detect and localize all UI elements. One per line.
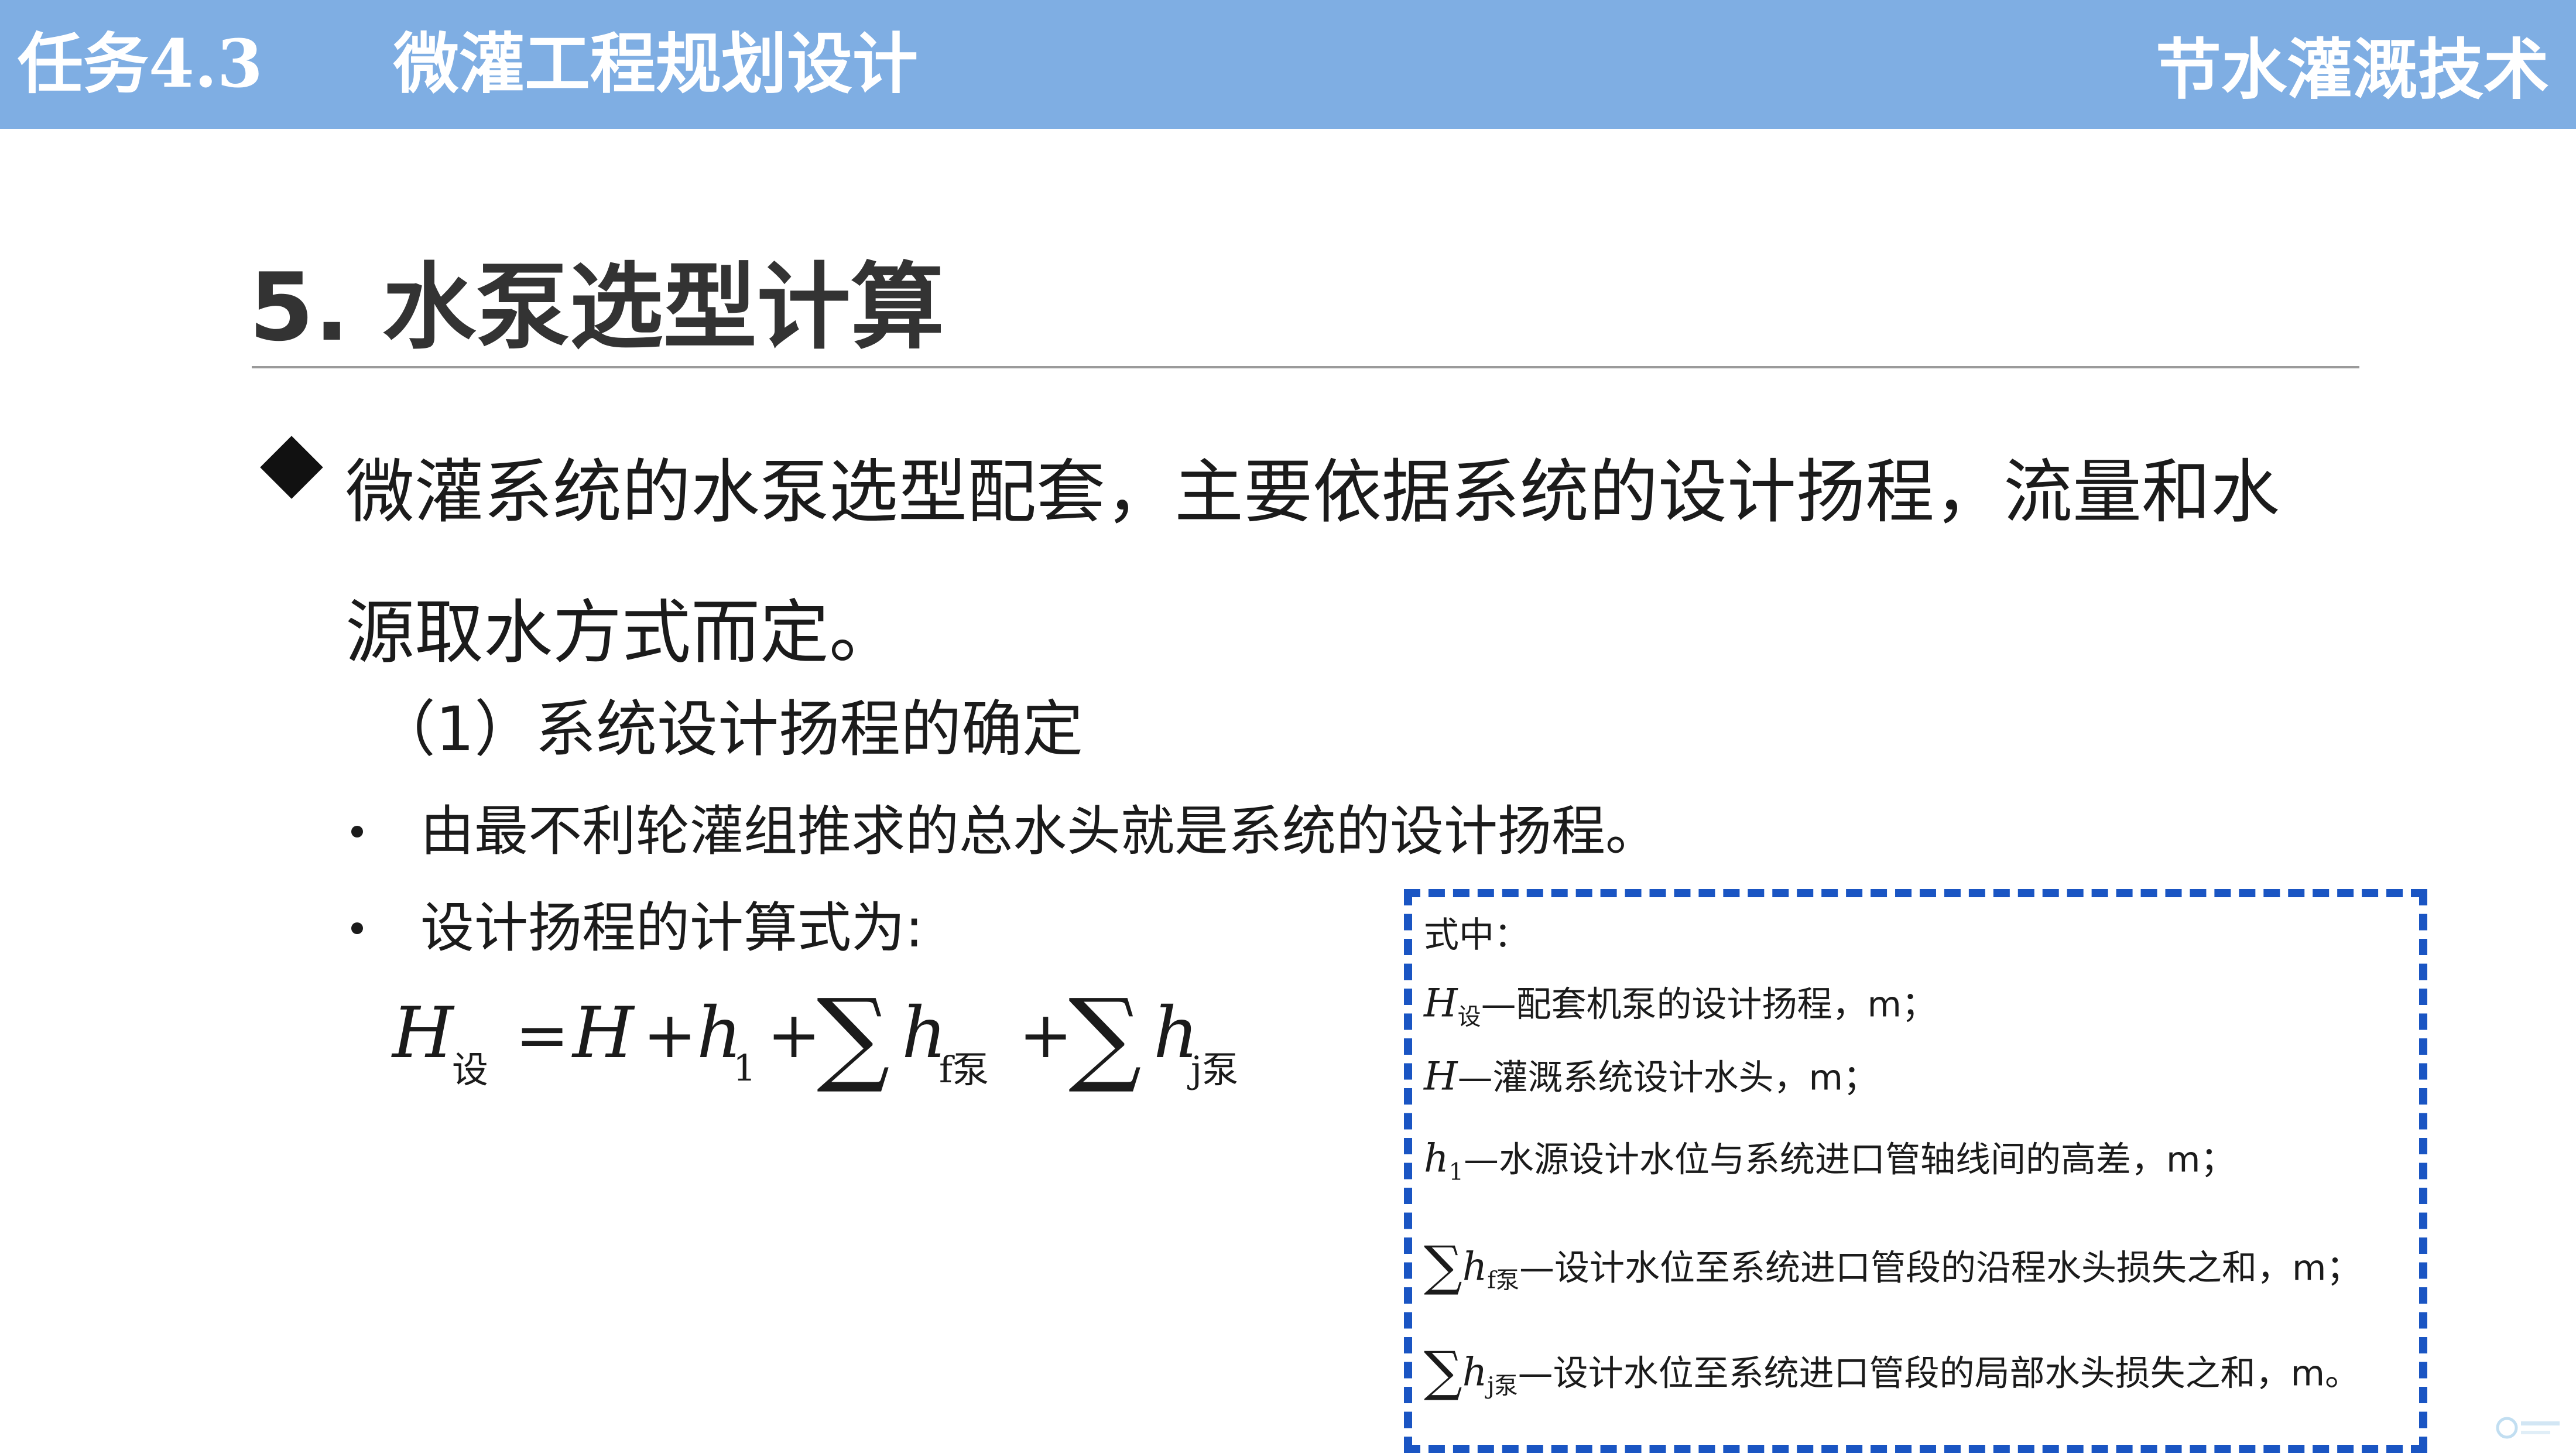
legend-symbol-sub: f泵: [1487, 1267, 1520, 1294]
bullet-item: 由最不利轮灌组推求的总水头就是系统的设计扬程。: [420, 800, 1660, 863]
legend-text: —水源设计水位与系统进口管轴线间的高差，m；: [1463, 1139, 2236, 1181]
formula-lhs: H: [391, 993, 455, 1074]
legend-symbol: h: [1462, 1244, 1488, 1290]
legend-symbol-sub: 1: [1448, 1158, 1464, 1186]
symbol-legend-box: 式中： H设—配套机泵的设计扬程，m； H—灌溉系统设计水头，m； h1—水源设…: [1404, 889, 2427, 1453]
legend-item: h1—水源设计水位与系统进口管轴线间的高差，m；: [1424, 1131, 2235, 1199]
legend-item: ∑hj泵—设计水位至系统进口管段的局部水头损失之和，m。: [1424, 1345, 2360, 1413]
legend-item: H设—配套机泵的设计扬程，m；: [1424, 976, 1937, 1044]
formula-lhs-sub: 设: [452, 1048, 488, 1091]
bullet-item: 设计扬程的计算式为:: [420, 897, 923, 959]
legend-text: —设计水位至系统进口管段的沿程水头损失之和，m；: [1519, 1247, 2362, 1289]
legend-symbol-sub: 设: [1457, 1003, 1481, 1031]
section-title: 5. 水泵选型计算: [249, 252, 944, 362]
formula-term-h: H: [571, 993, 635, 1074]
formula-plus: +: [643, 997, 697, 1072]
formula-plus: +: [1019, 997, 1073, 1072]
legend-symbol: h: [1424, 1136, 1449, 1181]
legend-label: 式中：: [1424, 915, 1529, 956]
head-formula: H 设 = H + h 1 + ∑ h f泵 + ∑ h j泵: [391, 984, 1238, 1096]
bullet-dot-icon: [351, 826, 363, 837]
diamond-bullet-icon: [260, 436, 323, 499]
formula-term-hj-sub: j泵: [1187, 1048, 1238, 1091]
bullet-dot-icon: [351, 922, 363, 934]
section-divider: [252, 366, 2359, 368]
task-title: 微灌工程规划设计: [393, 26, 918, 102]
formula-term-hf-sub: f泵: [939, 1048, 989, 1091]
formula-equals: =: [515, 997, 569, 1072]
formula-sigma: ∑: [1068, 984, 1142, 1096]
legend-item: H—灌溉系统设计水头，m；: [1424, 1049, 1878, 1117]
legend-symbol: H: [1424, 1054, 1458, 1099]
formula-term-h1-sub: 1: [733, 1047, 756, 1089]
legend-text: —设计水位至系统进口管段的局部水头损失之和，m。: [1517, 1353, 2361, 1394]
sigma-symbol: ∑: [1424, 1235, 1462, 1297]
main-paragraph: 微灌系统的水泵选型配套，主要依据系统的设计扬程，流量和水源取水方式而定。: [345, 452, 2280, 673]
formula-plus: +: [767, 997, 821, 1072]
task-number: 任务4.3: [18, 26, 263, 102]
formula-sigma: ∑: [817, 984, 890, 1096]
watermark-logo-icon: [2496, 1417, 2560, 1439]
legend-symbol: h: [1462, 1349, 1488, 1395]
legend-text: —灌溉系统设计水头，m；: [1457, 1057, 1879, 1099]
legend-item: ∑hf泵—设计水位至系统进口管段的沿程水头损失之和，m；: [1424, 1239, 2362, 1307]
sigma-symbol: ∑: [1424, 1340, 1462, 1403]
legend-text: —配套机泵的设计扬程，m；: [1481, 984, 1937, 1025]
legend-symbol-sub: j泵: [1487, 1372, 1518, 1400]
course-title: 节水灌溉技术: [2156, 32, 2549, 108]
subheading: （1）系统设计扬程的确定: [375, 693, 1084, 765]
legend-symbol: H: [1424, 980, 1458, 1026]
